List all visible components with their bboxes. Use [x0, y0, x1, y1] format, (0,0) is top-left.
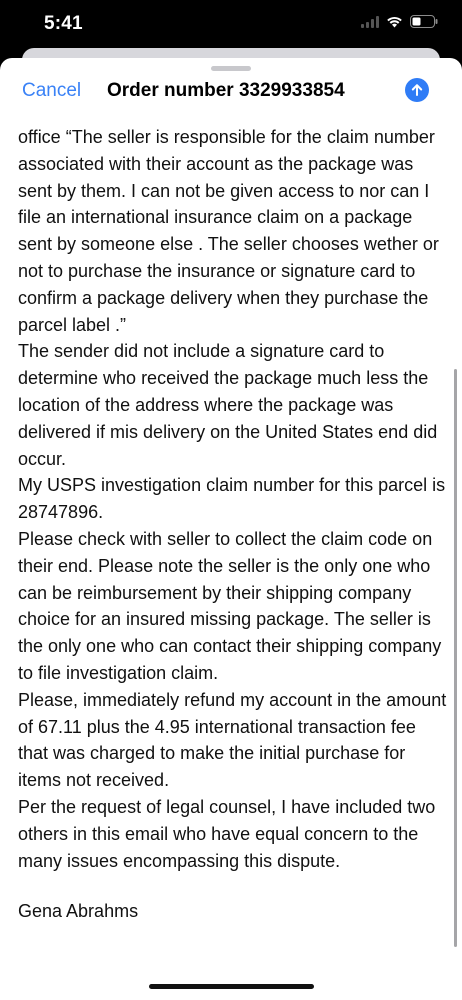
battery-icon: [410, 15, 438, 28]
scrollbar[interactable]: [454, 369, 457, 947]
signal-icon: [361, 15, 379, 28]
signature[interactable]: Gena Abrahms: [18, 901, 138, 922]
status-bar: 5:41: [0, 0, 462, 50]
status-time: 5:41: [44, 13, 83, 34]
cancel-button[interactable]: Cancel: [22, 80, 81, 102]
arrow-up-icon: [411, 84, 423, 96]
compose-nav-bar: Cancel Order number 3329933854: [0, 58, 462, 120]
home-indicator[interactable]: [149, 984, 314, 989]
send-button[interactable]: [405, 78, 429, 102]
wifi-icon: [387, 16, 402, 28]
message-body[interactable]: office “The seller is responsible for th…: [18, 124, 448, 874]
status-icons: [361, 15, 438, 28]
compose-sheet: Cancel Order number 3329933854 office “T…: [0, 58, 462, 1000]
subject-title: Order number 3329933854: [107, 80, 345, 101]
